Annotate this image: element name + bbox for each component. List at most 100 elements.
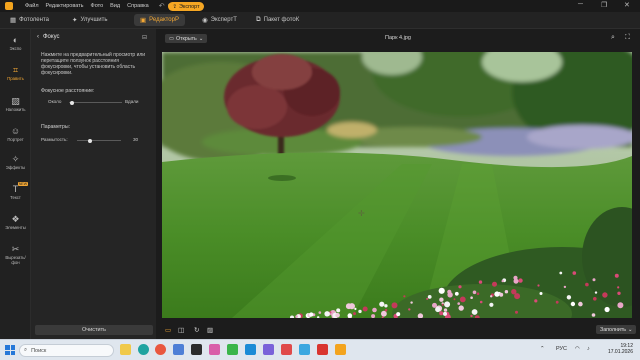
- photo-canvas[interactable]: ✛: [162, 52, 632, 318]
- chrome-icon[interactable]: [155, 344, 166, 355]
- file-name: Парк 4.jpg: [385, 35, 411, 41]
- flower: [539, 292, 543, 295]
- export-button[interactable]: ⇪ Экспорт: [168, 2, 204, 11]
- rail-item-overlay[interactable]: ▨ Наложить: [0, 97, 31, 113]
- system-clock[interactable]: 19:12 17.01.2026: [603, 343, 633, 355]
- rail-item-edit[interactable]: ⌗ Править: [0, 65, 31, 82]
- flower: [617, 286, 620, 289]
- flower: [617, 302, 624, 309]
- split-view-icon[interactable]: ◫: [178, 326, 184, 334]
- fullscreen-icon[interactable]: ⛶: [625, 34, 630, 42]
- menu-help[interactable]: Справка: [127, 3, 149, 9]
- menu-photo[interactable]: Фото: [91, 3, 104, 9]
- single-view-icon[interactable]: ▭: [165, 326, 171, 334]
- slider-thumb[interactable]: [69, 100, 74, 105]
- rail-label: Портрет: [7, 137, 24, 142]
- flower: [443, 308, 448, 312]
- exposure-icon: ◐: [12, 35, 19, 45]
- flower: [403, 295, 406, 298]
- near-label: Около: [48, 99, 62, 104]
- purple-app-icon[interactable]: [263, 344, 274, 355]
- photo-app-icon[interactable]: [191, 344, 202, 355]
- rail-item-portrait[interactable]: ☺ Портрет: [0, 126, 31, 143]
- flower: [458, 285, 462, 289]
- flower: [345, 303, 352, 310]
- green-app-icon[interactable]: [227, 344, 238, 355]
- focus-distance-slider[interactable]: Около Вдали: [41, 98, 151, 106]
- slider-thumb[interactable]: [88, 138, 93, 143]
- flower: [295, 315, 298, 318]
- taskbar-search[interactable]: ⌕ Поиск: [19, 344, 114, 357]
- flower: [489, 302, 494, 307]
- back-icon[interactable]: ‹: [37, 34, 39, 40]
- minimize-icon[interactable]: ─: [578, 1, 583, 8]
- tab-editor[interactable]: ▣ РедакторР: [134, 14, 185, 26]
- close-icon[interactable]: ✕: [624, 1, 630, 9]
- flower: [459, 296, 466, 303]
- blue-app-icon[interactable]: [245, 344, 256, 355]
- focus-panel: ‹ Фокус ⊟ Нажмите на предварительный про…: [31, 29, 156, 339]
- flower: [347, 313, 353, 318]
- red-app-icon[interactable]: [281, 344, 292, 355]
- maximize-icon[interactable]: ❐: [601, 1, 607, 9]
- tab-batch[interactable]: ⧉ Пакет фотоК: [250, 14, 305, 26]
- blur-slider[interactable]: Размытость: 30: [41, 136, 151, 144]
- search-icon: ⌕: [24, 347, 28, 353]
- flower: [362, 306, 368, 312]
- flower: [438, 287, 445, 294]
- flower: [336, 308, 341, 313]
- flower: [499, 292, 504, 297]
- flower: [470, 296, 473, 299]
- rail-item-cutout[interactable]: ✂ Вырезать/ фон: [0, 244, 31, 266]
- apply-button[interactable]: Заполнить ⌄: [596, 325, 637, 334]
- portrait-icon: ☺: [10, 126, 21, 136]
- wifi-icon[interactable]: ◠: [575, 346, 580, 352]
- rail-item-effects[interactable]: ✧ Эффекты: [0, 155, 31, 171]
- photo-editor-app-icon[interactable]: [335, 344, 346, 355]
- volume-icon[interactable]: ♪: [587, 346, 590, 352]
- edge-icon[interactable]: [138, 344, 149, 355]
- flower: [447, 292, 453, 298]
- flower: [591, 313, 596, 317]
- flower: [381, 310, 387, 317]
- menu-file[interactable]: Файл: [25, 3, 39, 9]
- menu-edit[interactable]: Редактировать: [46, 3, 84, 9]
- rotate-icon[interactable]: ↻: [194, 326, 199, 334]
- rail-item-exposure[interactable]: ◐ Экспо: [0, 35, 31, 52]
- tab-enhance[interactable]: ✦ Улучшить: [66, 14, 114, 26]
- gallery-icon: ▦: [10, 17, 17, 24]
- editor-icon: ▣: [140, 17, 147, 24]
- flower: [490, 295, 493, 298]
- tab-label: РедакторР: [149, 17, 179, 23]
- crosshair-icon: ✛: [358, 209, 365, 218]
- cyan-app-icon[interactable]: [299, 344, 310, 355]
- clear-button[interactable]: Очистить: [35, 325, 153, 335]
- flower: [566, 295, 572, 300]
- undo-icon[interactable]: ↶: [159, 2, 165, 10]
- compare-icon[interactable]: ⊟: [142, 34, 147, 41]
- flower: [470, 314, 473, 318]
- eye-icon: ◉: [202, 17, 208, 24]
- file-explorer-icon[interactable]: [120, 344, 131, 355]
- recorder-app-icon[interactable]: [317, 344, 328, 355]
- tray-chevron-icon[interactable]: ⌃: [540, 346, 545, 352]
- flower: [453, 298, 456, 301]
- batch-icon: ⧉: [256, 16, 261, 23]
- image-icon[interactable]: ▨: [207, 326, 213, 334]
- store-icon[interactable]: [173, 344, 184, 355]
- flower: [515, 310, 518, 314]
- tab-gallery[interactable]: ▦ Фотолента: [4, 14, 55, 26]
- flower: [335, 313, 340, 318]
- rail-item-text[interactable]: NEW T Текст: [0, 182, 31, 200]
- flower: [396, 312, 401, 317]
- language-indicator[interactable]: РУС: [556, 346, 567, 352]
- tab-expert[interactable]: ◉ ЭкспертТ: [196, 14, 243, 26]
- rail-item-elements[interactable]: ❖ Элементы: [0, 215, 31, 231]
- cutout-icon: ✂: [11, 244, 20, 254]
- flower: [555, 300, 559, 304]
- zoom-icon[interactable]: ⌕: [611, 34, 615, 42]
- media-app-icon[interactable]: [209, 344, 220, 355]
- menu-view[interactable]: Вид: [110, 3, 120, 9]
- windows-start-icon[interactable]: [5, 345, 15, 355]
- edit-icon: ⌗: [12, 65, 19, 75]
